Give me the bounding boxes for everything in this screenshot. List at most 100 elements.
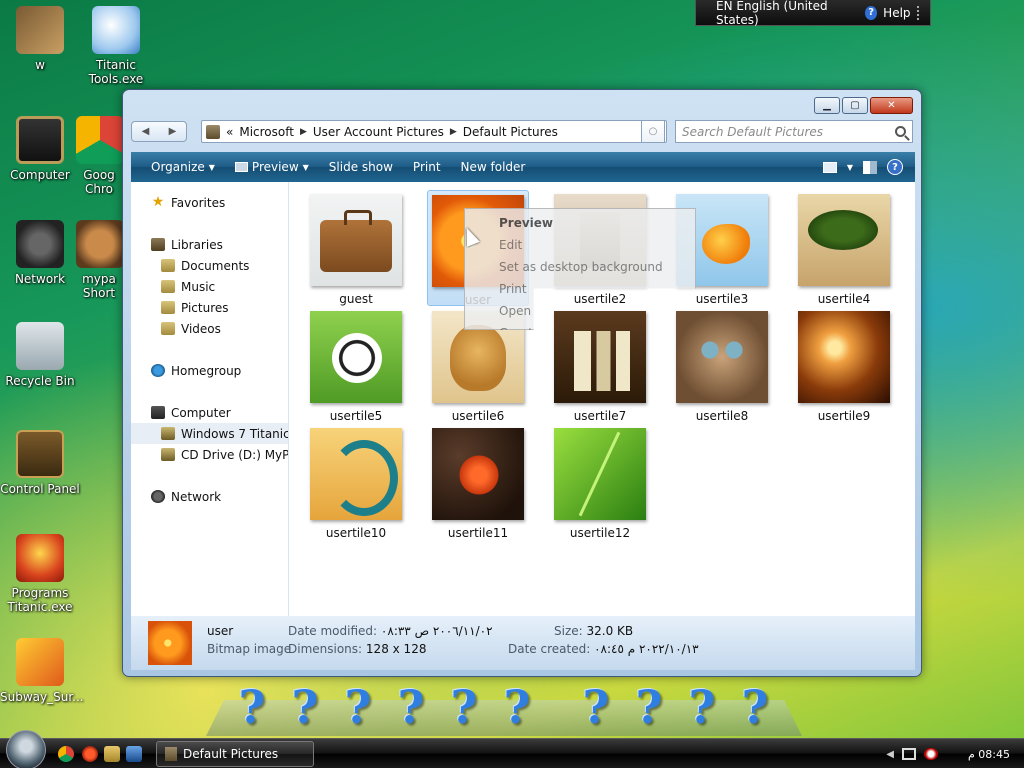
dock-item-question-icon[interactable]: ? (499, 680, 535, 734)
start-button[interactable] (6, 730, 46, 768)
language-label[interactable]: EN English (United States) (716, 0, 853, 27)
back-arrow-icon[interactable]: ◀ (142, 126, 150, 137)
search-box[interactable]: Search Default Pictures (675, 120, 913, 143)
recycle-bin-icon (16, 322, 64, 370)
file-tile-usertile4[interactable]: usertile4 (793, 190, 895, 306)
breadcrumb-microsoft[interactable]: Microsoft (239, 125, 294, 139)
nav-documents[interactable]: Documents (131, 255, 288, 276)
dock-item-question-icon[interactable]: ? (684, 680, 720, 734)
mypal-icon (76, 220, 122, 268)
desktop-icon-programs[interactable]: Programs Titanic.exe (0, 534, 80, 614)
bass-clef-thumbnail (310, 428, 402, 520)
nav-libraries[interactable]: Libraries (131, 234, 288, 255)
file-tile-usertile5[interactable]: usertile5 (305, 307, 407, 423)
chrome-icon (76, 116, 122, 164)
address-overflow[interactable]: « (226, 125, 233, 139)
chevron-down-icon: ▼ (302, 162, 309, 172)
videos-icon (161, 322, 175, 335)
language-bar-help[interactable]: Help (883, 6, 910, 20)
details-filename: user (207, 624, 234, 638)
dock-item-question-icon[interactable]: ? (631, 680, 667, 734)
search-icon[interactable] (895, 126, 906, 137)
desktop-icon-control-panel[interactable]: Control Panel (0, 430, 80, 496)
dock-item-question-icon[interactable]: ? (446, 680, 482, 734)
clock[interactable]: 08:45 م (968, 748, 1010, 761)
help-icon[interactable]: ? (865, 5, 878, 20)
programs-icon (16, 534, 64, 582)
dock-item-question-icon[interactable]: ? (393, 680, 429, 734)
organize-button[interactable]: Organize ▼ (141, 152, 225, 182)
explorer-quicklaunch-icon[interactable] (104, 746, 120, 762)
dock-item-question-icon[interactable]: ? (737, 680, 773, 734)
documents-icon (161, 259, 175, 272)
breadcrumb-default-pictures[interactable]: Default Pictures (463, 125, 558, 139)
nav-drive-c[interactable]: Windows 7 Titanic E (131, 423, 288, 444)
slideshow-button[interactable]: Slide show (319, 152, 403, 182)
breadcrumb-separator-icon[interactable]: ▶ (300, 127, 307, 137)
minimize-button[interactable]: ▁ (814, 97, 840, 114)
address-row: ◀ ▶ « Microsoft ▶ User Account Pictures … (131, 120, 913, 144)
back-forward-buttons[interactable]: ◀ ▶ (131, 121, 187, 142)
network-icon (151, 490, 165, 503)
details-size: Size: 32.0 KB (554, 624, 634, 638)
close-button[interactable]: ✕ (870, 97, 913, 114)
nav-pictures[interactable]: Pictures (131, 297, 288, 318)
language-bar-grip[interactable] (916, 5, 922, 20)
network-tray-icon[interactable] (901, 748, 916, 760)
file-tile-usertile11[interactable]: usertile11 (427, 424, 529, 540)
dock-item-question-icon[interactable]: ? (340, 680, 376, 734)
show-desktop-icon[interactable] (126, 746, 142, 762)
breadcrumb-separator-icon[interactable]: ▶ (450, 127, 457, 137)
menu-item-preview[interactable]: Preview (499, 212, 695, 234)
preview-button[interactable]: Preview ▼ (225, 152, 319, 182)
desktop-icon-computer[interactable]: Computer (0, 116, 80, 182)
leaf-thumbnail (554, 428, 646, 520)
maximize-button[interactable]: ▢ (842, 97, 868, 114)
details-date-created: Date created: ٢٠٢٢/١٠/١٣ م ٠٨:٤٥ (508, 642, 699, 656)
dock-item-question-icon[interactable]: ? (234, 680, 270, 734)
tray-expand-icon[interactable]: ◀ (886, 749, 894, 760)
nav-music[interactable]: Music (131, 276, 288, 297)
file-tile-usertile9[interactable]: usertile9 (793, 307, 895, 423)
nav-videos[interactable]: Videos (131, 318, 288, 339)
chevron-down-icon: ▼ (208, 162, 215, 172)
nav-computer[interactable]: Computer (131, 402, 288, 423)
chevron-down-icon[interactable]: ▼ (847, 163, 853, 172)
forward-arrow-icon[interactable]: ▶ (169, 126, 177, 137)
new-folder-button[interactable]: New folder (451, 152, 536, 182)
desktop-icon-network[interactable]: Network (0, 220, 80, 286)
address-bar[interactable]: « Microsoft ▶ User Account Pictures ▶ De… (201, 120, 667, 143)
dock-item-question-icon[interactable]: ? (287, 680, 323, 734)
desktop-icon-mypal[interactable]: mypa Short (76, 220, 122, 300)
dock-item-question-icon[interactable]: ? (578, 680, 614, 734)
file-tile-usertile10[interactable]: usertile10 (305, 424, 407, 540)
change-view-icon[interactable] (822, 161, 837, 173)
desktop-icon-recycle-bin[interactable]: Recycle Bin (0, 322, 80, 388)
desktop-icon-subway[interactable]: Subway_Sur... (0, 638, 84, 704)
file-tile-guest[interactable]: guest (305, 190, 407, 306)
file-tile-usertile12[interactable]: usertile12 (549, 424, 651, 540)
media-player-quicklaunch-icon[interactable] (82, 746, 98, 762)
nav-network[interactable]: Network (131, 486, 288, 507)
language-bar[interactable]: EN English (United States) ? Help (695, 0, 931, 27)
desktop-icon-chrome[interactable]: Goog Chro (76, 116, 122, 196)
chrome-quicklaunch-icon[interactable] (58, 746, 74, 762)
cd-drive-icon (161, 448, 175, 461)
desktop-icon-titanic-tools[interactable]: Titanic Tools.exe (76, 6, 156, 86)
print-button[interactable]: Print (403, 152, 451, 182)
refresh-icon[interactable]: ○ (641, 120, 665, 143)
menu-item-set-desktop-background[interactable]: Set as desktop background (499, 256, 695, 278)
nav-favorites[interactable]: ★ Favorites (131, 192, 288, 213)
volume-tray-icon[interactable] (923, 748, 938, 760)
preview-pane-icon[interactable] (863, 160, 877, 174)
file-tile-usertile8[interactable]: usertile8 (671, 307, 773, 423)
help-icon[interactable]: ? (887, 159, 903, 175)
file-tile-usertile7[interactable]: usertile7 (549, 307, 651, 423)
search-placeholder[interactable]: Search Default Pictures (682, 125, 823, 139)
taskbar-item-default-pictures[interactable]: Default Pictures (156, 741, 314, 767)
breadcrumb-user-account-pictures[interactable]: User Account Pictures (313, 125, 444, 139)
nav-homegroup[interactable]: Homegroup (131, 360, 288, 381)
desktop-icon-w[interactable]: w (0, 6, 80, 72)
nav-drive-d[interactable]: CD Drive (D:) MyPal (131, 444, 288, 465)
menu-item-edit[interactable]: Edit (499, 234, 695, 256)
